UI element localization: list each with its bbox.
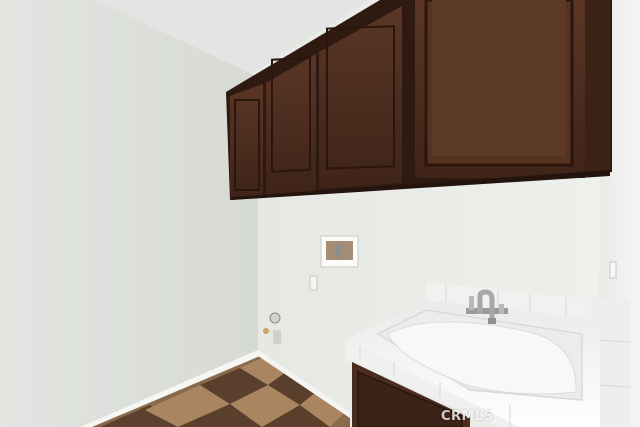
watermark-text: CRMLS — [441, 409, 494, 424]
laundry-room-photo: CRMLS — [0, 0, 640, 427]
outlet — [309, 275, 318, 291]
left-wall — [0, 0, 260, 427]
washer-box — [320, 235, 359, 268]
scene-illustration — [0, 0, 640, 427]
right-outlet — [609, 261, 617, 279]
